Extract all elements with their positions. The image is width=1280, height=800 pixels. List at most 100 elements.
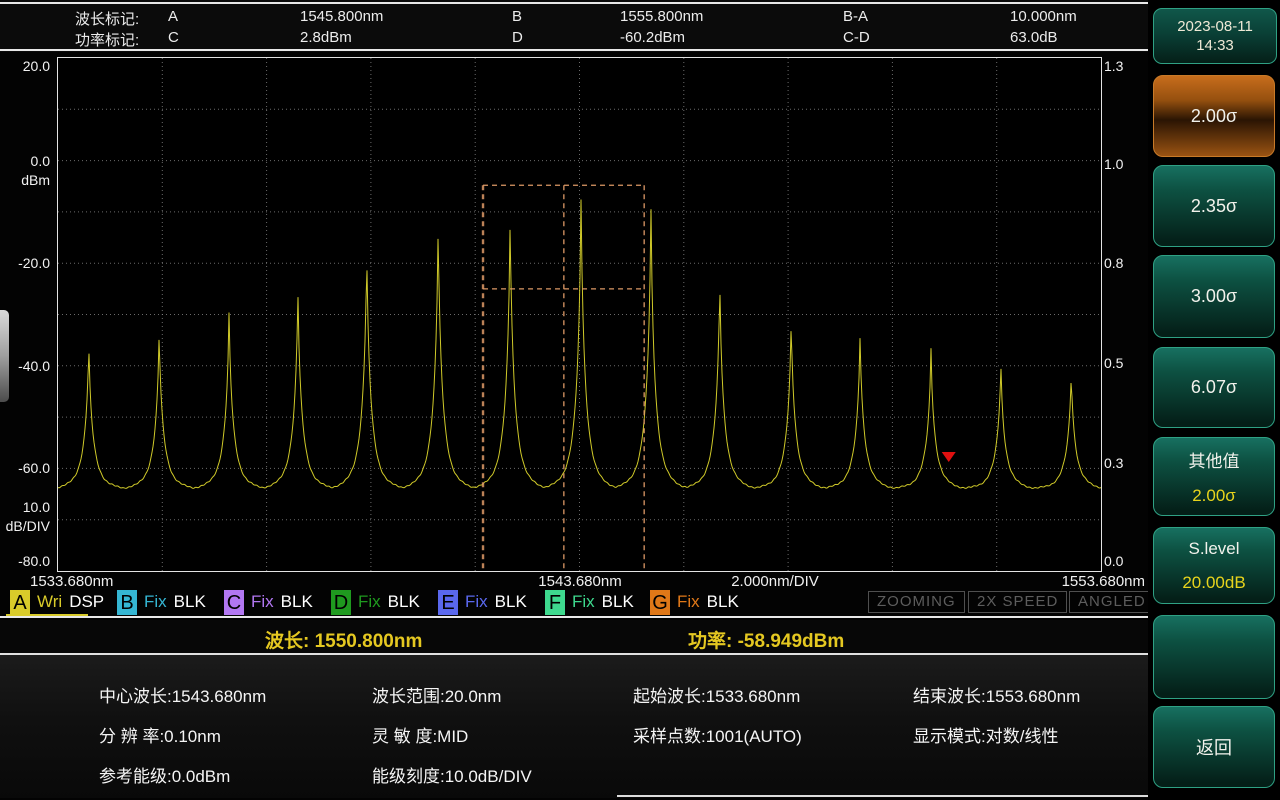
softkey-sidebar: 2023-08-11 14:33 2.00σ 2.35σ 3.00σ 6.07σ… bbox=[1148, 0, 1280, 800]
trace-b-type: BLK bbox=[174, 592, 206, 612]
softkey-back[interactable]: 返回 bbox=[1153, 706, 1275, 788]
cursor-power-label: 功率: bbox=[688, 631, 732, 652]
yscale-value: 10.0 bbox=[0, 498, 50, 517]
side-drawer-handle[interactable] bbox=[0, 310, 9, 402]
param-span: 波长范围:20.0nm bbox=[372, 682, 501, 707]
param-stop-wavelength: 结束波长:1553.680nm bbox=[913, 682, 1080, 707]
marker-c-key: C bbox=[168, 29, 179, 46]
cursor-status-bar: 波长: 1550.800nm 功率: -58.949dBm bbox=[0, 620, 1148, 653]
header-bottom-line bbox=[0, 49, 1148, 51]
softkey-2-35-sigma[interactable]: 2.35σ bbox=[1153, 165, 1275, 247]
param-display-mode: 显示模式:对数/线性 bbox=[913, 722, 1058, 747]
param-sensitivity: 灵 敏 度:MID bbox=[372, 722, 468, 747]
trace-d-button[interactable]: D Fix BLK bbox=[331, 589, 420, 615]
trace-c-badge: C bbox=[224, 590, 244, 615]
yaxis-right-tick: 0.0 bbox=[1104, 553, 1149, 569]
trace-a-button[interactable]: A Wri DSP bbox=[10, 589, 104, 615]
marker-triangle bbox=[942, 452, 956, 462]
yaxis-left-tick: -20.0 bbox=[0, 255, 50, 271]
marker-b-value: 1555.800nm bbox=[620, 8, 703, 25]
measurement-params-panel: 中心波长:1543.680nm 分 辨 率:0.10nm 参考能级:0.0dBm… bbox=[0, 655, 1148, 798]
trace-b-mode: Fix bbox=[144, 592, 167, 612]
param-start-wavelength: 起始波长:1533.680nm bbox=[633, 682, 800, 707]
marker-cd-value: 63.0dB bbox=[1010, 29, 1058, 46]
yaxis-right-tick: 1.0 bbox=[1104, 156, 1149, 172]
softkey-label: 6.07σ bbox=[1191, 377, 1237, 398]
trace-e-mode: Fix bbox=[465, 592, 488, 612]
yscale-unit: dB/DIV bbox=[0, 517, 50, 536]
header-top-line bbox=[0, 2, 1148, 4]
xaxis-per-div-label: 2.000nm/DIV bbox=[700, 573, 850, 590]
marker-d-key: D bbox=[512, 29, 523, 46]
osa-screen: 波长标记: A 1545.800nm B 1555.800nm B-A 10.0… bbox=[0, 0, 1280, 800]
datetime-display[interactable]: 2023-08-11 14:33 bbox=[1153, 8, 1277, 64]
bottom-partial-line bbox=[617, 795, 1148, 797]
trace-e-badge: E bbox=[438, 590, 458, 615]
cursor-wavelength-value: 1550.800nm bbox=[315, 631, 423, 652]
trace-d-badge: D bbox=[331, 590, 351, 615]
softkey-3-00-sigma[interactable]: 3.00σ bbox=[1153, 255, 1275, 338]
marker-c-value: 2.8dBm bbox=[300, 29, 352, 46]
yaxis-right-tick: 1.3 bbox=[1104, 58, 1149, 74]
trace-a-mode: Wri bbox=[37, 592, 62, 612]
trace-c-button[interactable]: C Fix BLK bbox=[224, 589, 313, 615]
param-ref-level: 参考能级:0.0dBm bbox=[99, 762, 230, 787]
softkey-s-level[interactable]: S.level 20.00dB bbox=[1153, 527, 1275, 604]
measure-box bbox=[483, 185, 644, 571]
time-text: 14:33 bbox=[1196, 36, 1234, 55]
param-resolution: 分 辨 率:0.10nm bbox=[99, 722, 221, 747]
softkey-other-value[interactable]: 其他值 2.00σ bbox=[1153, 437, 1275, 516]
trace-a-badge: A bbox=[10, 590, 30, 615]
trace-d-type: BLK bbox=[388, 592, 420, 612]
trace-f-button[interactable]: F Fix BLK bbox=[545, 589, 634, 615]
trace-f-mode: Fix bbox=[572, 592, 595, 612]
zooming-indicator: ZOOMING bbox=[868, 591, 965, 613]
trace-d-mode: Fix bbox=[358, 592, 381, 612]
xaxis-stop-label: 1553.680nm bbox=[1000, 573, 1145, 590]
xaxis-center-label: 1543.680nm bbox=[500, 573, 660, 590]
softkey-label: 返回 bbox=[1196, 734, 1232, 760]
marker-a-key: A bbox=[168, 8, 178, 25]
softkey-value: 2.00σ bbox=[1192, 486, 1236, 506]
yaxis-left-tick: 20.0 bbox=[0, 58, 50, 74]
yaxis-right-tick: 0.5 bbox=[1104, 355, 1149, 371]
trace-g-type: BLK bbox=[707, 592, 739, 612]
date-text: 2023-08-11 bbox=[1177, 17, 1253, 36]
marker-readout-bar: 波长标记: A 1545.800nm B 1555.800nm B-A 10.0… bbox=[0, 0, 1148, 52]
softkey-label: 2.35σ bbox=[1191, 196, 1237, 217]
softkey-2-00-sigma[interactable]: 2.00σ bbox=[1153, 75, 1275, 157]
spectrum-plot-canvas bbox=[58, 58, 1101, 571]
softkey-6-07-sigma[interactable]: 6.07σ bbox=[1153, 347, 1275, 428]
trace-e-type: BLK bbox=[495, 592, 527, 612]
softkey-blank[interactable] bbox=[1153, 615, 1275, 699]
marker-cd-key: C-D bbox=[843, 29, 870, 46]
marker-ba-key: B-A bbox=[843, 8, 868, 25]
param-center-wavelength: 中心波长:1543.680nm bbox=[99, 682, 266, 707]
angled-indicator: ANGLED bbox=[1069, 591, 1155, 613]
wavelength-mark-label: 波长标记: bbox=[75, 8, 139, 29]
trace-b-button[interactable]: B Fix BLK bbox=[117, 589, 206, 615]
softkey-label: 3.00σ bbox=[1191, 286, 1237, 307]
trace-c-type: BLK bbox=[281, 592, 313, 612]
marker-ba-value: 10.000nm bbox=[1010, 8, 1077, 25]
param-sample-points: 采样点数:1001(AUTO) bbox=[633, 722, 802, 747]
param-level-scale: 能级刻度:10.0dB/DIV bbox=[372, 762, 532, 787]
trace-f-badge: F bbox=[545, 590, 565, 615]
softkey-title: S.level bbox=[1188, 539, 1239, 559]
cursor-power-value: -58.949dBm bbox=[738, 631, 845, 652]
softkey-title: 其他值 bbox=[1189, 447, 1240, 472]
trace-g-button[interactable]: G Fix BLK bbox=[650, 589, 739, 615]
trace-g-badge: G bbox=[650, 590, 670, 615]
softkey-label: 2.00σ bbox=[1191, 106, 1237, 127]
softkey-value: 20.00dB bbox=[1182, 573, 1245, 593]
cursor-wavelength-label: 波长: bbox=[265, 631, 309, 652]
xaxis-start-label: 1533.680nm bbox=[30, 573, 113, 590]
section-divider-line bbox=[0, 616, 1148, 618]
trace-e-button[interactable]: E Fix BLK bbox=[438, 589, 527, 615]
marker-a-value: 1545.800nm bbox=[300, 8, 383, 25]
yaxis-right-tick: 0.3 bbox=[1104, 455, 1149, 471]
trace-f-type: BLK bbox=[602, 592, 634, 612]
yaxis-left-tick: -60.0 bbox=[0, 460, 50, 476]
speed-indicator: 2X SPEED bbox=[968, 591, 1067, 613]
spectrum-plot bbox=[57, 57, 1102, 572]
